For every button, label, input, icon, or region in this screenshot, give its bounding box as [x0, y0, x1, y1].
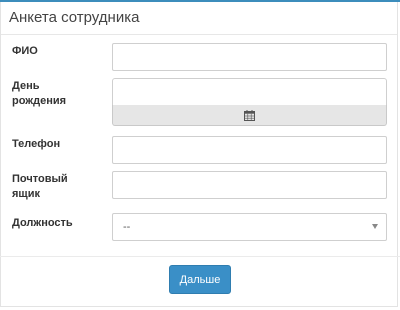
fio-label: ФИО — [12, 45, 38, 57]
phone-label: Телефон — [12, 138, 61, 150]
position-label: Должность — [12, 217, 73, 229]
birthday-label: День рождения — [12, 80, 67, 107]
page-title: Анкета сотрудника — [9, 9, 140, 26]
next-button-label: Дальше — [179, 273, 221, 286]
phone-input[interactable] — [112, 136, 387, 164]
birthday-input[interactable] — [112, 78, 387, 106]
footer-divider — [0, 256, 400, 257]
email-input[interactable] — [112, 171, 387, 199]
fio-input[interactable] — [112, 43, 387, 71]
position-select-value: -- — [123, 221, 131, 233]
chevron-down-icon — [372, 224, 378, 229]
email-label: Почтовый ящик — [12, 173, 68, 200]
calendar-icon — [244, 109, 255, 121]
next-button[interactable]: Дальше — [169, 265, 231, 294]
card-header: Анкета сотрудника — [1, 2, 397, 35]
position-select[interactable]: -- — [112, 213, 387, 241]
date-picker-button[interactable] — [112, 105, 387, 126]
